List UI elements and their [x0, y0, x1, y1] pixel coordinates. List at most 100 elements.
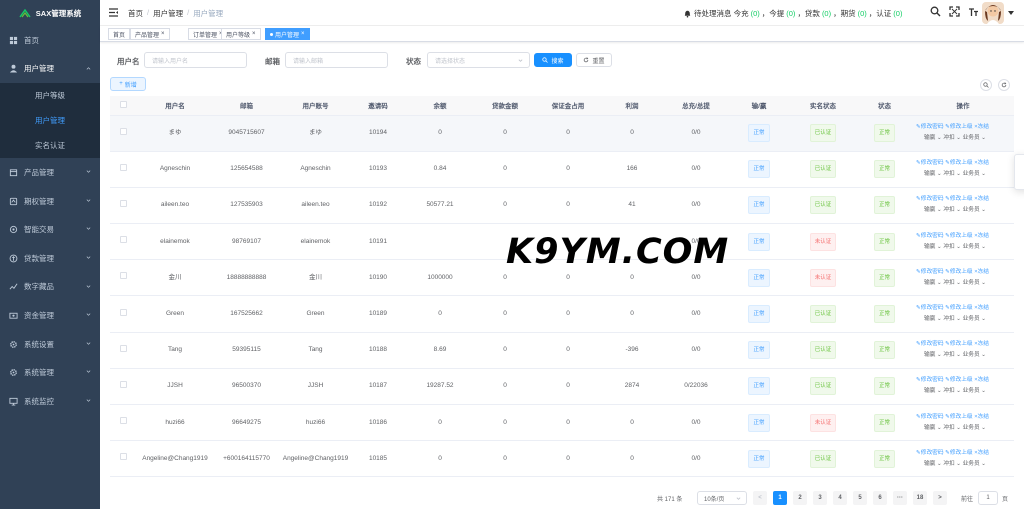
freeze-link[interactable]: 冻结	[978, 450, 989, 456]
edit-superior-link[interactable]: 修改上级	[950, 233, 973, 239]
edit-password-link[interactable]: 修改密码	[921, 160, 944, 166]
freeze-link[interactable]: 冻结	[978, 233, 989, 239]
toggle-search-button[interactable]	[980, 79, 992, 91]
edit-password-link[interactable]: 修改密码	[921, 450, 944, 456]
table-row[interactable]: JJSH 96500370 JJSH 10187 19287.52 0 0 2874 0/220…	[110, 368, 1014, 405]
breadcrumb-user-management[interactable]: 用户管理	[153, 8, 183, 19]
recharge-dropdown[interactable]: 冲扣	[943, 280, 954, 286]
winlose-dropdown[interactable]: 输赢	[924, 316, 935, 322]
table-row[interactable]: huzi66 96649275 huzi66 10186 0 0 0 0 0/0 正常 未认证 正常 ✎…	[110, 405, 1014, 441]
sidebar-item-system-monitor[interactable]: 系统监控	[0, 387, 100, 416]
page-button[interactable]: 4	[833, 491, 847, 505]
sidebar-item-digital-collection[interactable]: 数字藏品	[0, 273, 100, 302]
status-select[interactable]: 请选择状态	[427, 52, 530, 68]
sidebar-item-options[interactable]: 期权管理	[0, 187, 100, 216]
row-checkbox[interactable]	[120, 417, 127, 425]
winlose-dropdown[interactable]: 输赢	[924, 135, 935, 141]
edit-password-link[interactable]: 修改密码	[921, 414, 944, 420]
sidebar-item-smart-trade[interactable]: 智能交易	[0, 215, 100, 244]
salesman-dropdown[interactable]: 业务员	[963, 461, 980, 467]
sidebar-item-user-manage[interactable]: 用户管理	[0, 108, 100, 133]
sidebar-item-system-settings[interactable]: 系统设置	[0, 330, 100, 359]
edit-superior-link[interactable]: 修改上级	[950, 160, 973, 166]
table-row[interactable]: aileen.teo 127535903 aileen.teo 10192 50577.…	[110, 187, 1014, 224]
edit-superior-link[interactable]: 修改上级	[950, 377, 973, 383]
freeze-link[interactable]: 冻结	[978, 414, 989, 420]
sidebar-item-user-management[interactable]: 用户管理	[0, 55, 100, 84]
recharge-dropdown[interactable]: 冲扣	[943, 461, 954, 467]
refresh-button[interactable]	[998, 79, 1010, 91]
edit-superior-link[interactable]: 修改上级	[950, 124, 973, 130]
winlose-dropdown[interactable]: 输赢	[924, 244, 935, 250]
edit-superior-link[interactable]: 修改上级	[950, 305, 973, 311]
sidebar-item-home[interactable]: 首页	[0, 26, 100, 55]
winlose-dropdown[interactable]: 输赢	[924, 425, 935, 431]
row-checkbox[interactable]	[120, 199, 127, 207]
row-checkbox[interactable]	[120, 163, 127, 171]
recharge-dropdown[interactable]: 冲扣	[943, 135, 954, 141]
breadcrumb-home[interactable]: 首页	[128, 8, 143, 19]
fullscreen-icon[interactable]	[949, 6, 960, 17]
recharge-dropdown[interactable]: 冲扣	[943, 244, 954, 250]
recharge-dropdown[interactable]: 冲扣	[943, 316, 954, 322]
freeze-link[interactable]: 冻结	[978, 196, 989, 202]
row-checkbox[interactable]	[120, 344, 127, 352]
email-input[interactable]: 请输入邮箱	[285, 52, 388, 68]
salesman-dropdown[interactable]: 业务员	[963, 425, 980, 431]
sidebar-item-products[interactable]: 产品管理	[0, 158, 100, 187]
winlose-dropdown[interactable]: 输赢	[924, 280, 935, 286]
goto-page-input[interactable]: 1	[978, 491, 998, 505]
add-button[interactable]: + 新增	[110, 77, 146, 91]
pending-messages[interactable]: 待处理消息 今充 (0) ，今提 (0) ，贷款 (0) ，期货 (0) ，认证…	[683, 8, 904, 19]
page-button[interactable]: 6	[873, 491, 887, 505]
page-button[interactable]: 3	[813, 491, 827, 505]
recharge-dropdown[interactable]: 冲扣	[943, 425, 954, 431]
sidebar-item-loans[interactable]: 贷款管理	[0, 244, 100, 273]
reset-button[interactable]: 重置	[576, 53, 612, 67]
freeze-link[interactable]: 冻结	[978, 305, 989, 311]
page-button[interactable]: 1	[773, 491, 787, 505]
row-checkbox[interactable]	[120, 127, 127, 135]
close-icon[interactable]: ×	[252, 31, 256, 37]
recharge-dropdown[interactable]: 冲扣	[943, 388, 954, 394]
edit-password-link[interactable]: 修改密码	[921, 305, 944, 311]
edit-password-link[interactable]: 修改密码	[921, 341, 944, 347]
salesman-dropdown[interactable]: 业务员	[963, 171, 980, 177]
winlose-dropdown[interactable]: 输赢	[924, 461, 935, 467]
sidebar-brand[interactable]: SAX管理系统	[0, 0, 100, 26]
avatar[interactable]	[982, 2, 1004, 24]
recharge-dropdown[interactable]: 冲扣	[943, 352, 954, 358]
font-size-icon[interactable]	[968, 6, 979, 17]
table-row[interactable]: まゆ 9045715607 まゆ 10194 0 0 0 0 0/0 正常 已认证 正常 ✎修改密码 ✎…	[110, 115, 1014, 152]
salesman-dropdown[interactable]: 业务员	[963, 135, 980, 141]
edit-password-link[interactable]: 修改密码	[921, 269, 944, 275]
search-button[interactable]: 搜索	[534, 53, 572, 67]
select-all-checkbox[interactable]	[120, 100, 127, 108]
hamburger-icon[interactable]	[108, 7, 119, 18]
sidebar-item-user-level[interactable]: 用户等级	[0, 83, 100, 108]
sidebar-item-realname[interactable]: 实名认证	[0, 133, 100, 158]
salesman-dropdown[interactable]: 业务员	[963, 388, 980, 394]
salesman-dropdown[interactable]: 业务员	[963, 244, 980, 250]
recharge-dropdown[interactable]: 冲扣	[943, 171, 954, 177]
dropdown-item-lose[interactable]: 包输	[1015, 172, 1024, 186]
row-checkbox[interactable]	[120, 236, 127, 244]
table-row[interactable]: Agneschin 125654588 Agneschin 10193 0.84 0 0 16…	[110, 151, 1014, 188]
edit-superior-link[interactable]: 修改上级	[950, 269, 973, 275]
edit-password-link[interactable]: 修改密码	[921, 196, 944, 202]
freeze-link[interactable]: 冻结	[978, 377, 989, 383]
edit-password-link[interactable]: 修改密码	[921, 233, 944, 239]
edit-password-link[interactable]: 修改密码	[921, 377, 944, 383]
row-checkbox[interactable]	[120, 308, 127, 316]
salesman-dropdown[interactable]: 业务员	[963, 280, 980, 286]
tag-user-level[interactable]: 用户等级 ×	[221, 28, 261, 40]
edit-superior-link[interactable]: 修改上级	[950, 196, 973, 202]
recharge-dropdown[interactable]: 冲扣	[943, 207, 954, 213]
page-button[interactable]: 2	[793, 491, 807, 505]
tag-products[interactable]: 产品管理 ×	[130, 28, 170, 40]
freeze-link[interactable]: 冻结	[978, 341, 989, 347]
more-pages-button[interactable]: ···	[893, 491, 907, 505]
row-checkbox[interactable]	[120, 272, 127, 280]
salesman-dropdown[interactable]: 业务员	[963, 316, 980, 322]
caret-down-icon[interactable]	[1008, 11, 1014, 15]
